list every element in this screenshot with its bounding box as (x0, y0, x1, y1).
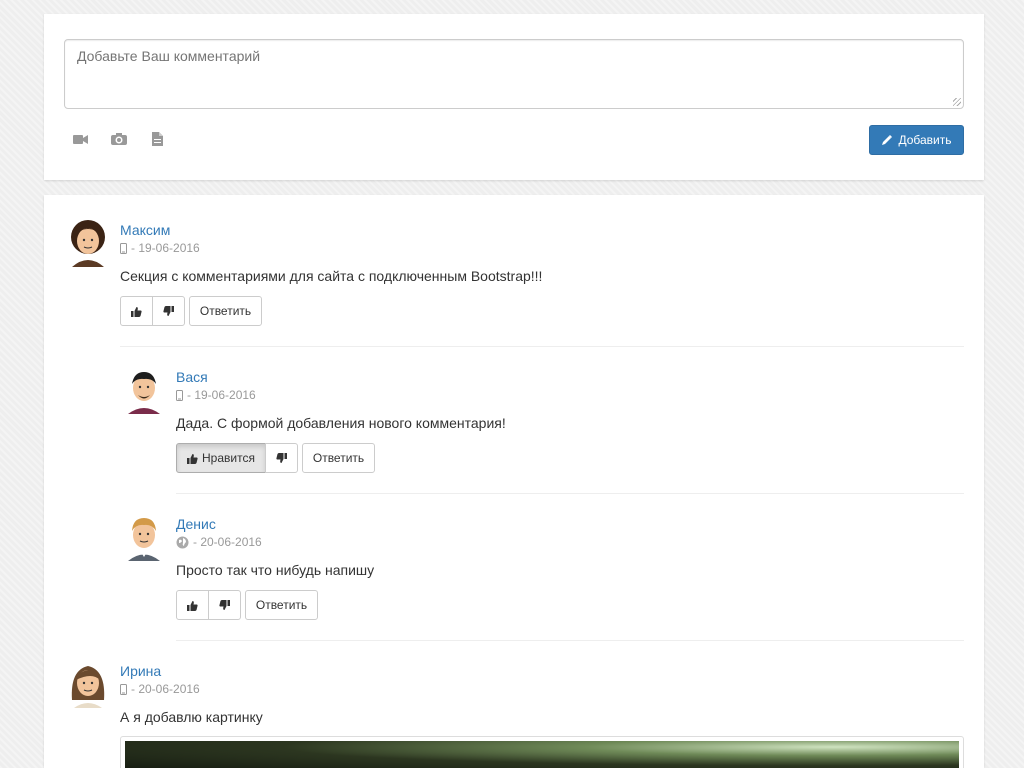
dislike-button[interactable] (152, 296, 185, 326)
avatar (128, 372, 160, 414)
comment-form-panel: Добавить (44, 14, 984, 180)
file-icon[interactable] (148, 131, 166, 147)
vote-group (120, 296, 185, 326)
thumbs-up-icon (131, 306, 142, 317)
like-button[interactable]: Нравится (176, 443, 266, 473)
author-name[interactable]: Денис (176, 516, 216, 532)
divider (176, 493, 964, 494)
like-button[interactable] (120, 296, 153, 326)
reply-button[interactable]: Ответить (189, 296, 262, 326)
author-name[interactable]: Вася (176, 369, 208, 385)
dislike-button[interactable] (265, 443, 298, 473)
reply-button[interactable]: Ответить (302, 443, 375, 473)
comments-panel: Максим - 19-06-2016 Секция с комментария… (44, 195, 984, 768)
comment-date: - 20-06-2016 (193, 535, 262, 549)
dislike-button[interactable] (208, 590, 241, 620)
comment-date: - 20-06-2016 (131, 682, 200, 696)
author-name[interactable]: Ирина (120, 663, 161, 679)
avatar (71, 666, 105, 708)
divider (120, 346, 964, 347)
pencil-icon (882, 135, 893, 145)
comment-meta: - 20-06-2016 (120, 682, 200, 696)
thumbs-down-icon (276, 452, 287, 463)
avatar (71, 220, 105, 267)
reply-button[interactable]: Ответить (245, 590, 318, 620)
author-name[interactable]: Максим (120, 222, 170, 238)
like-label: Нравится (202, 451, 255, 465)
like-button[interactable] (176, 590, 209, 620)
thumbs-down-icon (219, 599, 230, 610)
comment-meta: - 19-06-2016 (120, 241, 200, 255)
comment-meta: - 20-06-2016 (176, 535, 262, 549)
comment-text: А я добавлю картинку (120, 709, 263, 725)
thumbs-up-icon (187, 600, 198, 611)
vote-group: Нравится (176, 443, 298, 473)
comment-meta: - 19-06-2016 (176, 388, 256, 402)
globe-icon (176, 536, 189, 548)
comment-date: - 19-06-2016 (131, 241, 200, 255)
add-comment-button[interactable]: Добавить (869, 125, 964, 155)
comment-image[interactable] (120, 736, 964, 768)
thumbs-down-icon (163, 305, 174, 316)
mobile-icon (120, 683, 127, 695)
comment-text: Секция с комментариями для сайта с подкл… (120, 268, 543, 284)
comment-text: Дада. С формой добавления нового коммент… (176, 415, 506, 431)
mobile-icon (120, 242, 127, 254)
video-camera-icon[interactable] (72, 131, 90, 147)
comment-image-content (125, 741, 959, 768)
thumbs-up-icon (187, 453, 198, 464)
comment-text: Просто так что нибудь напишу (176, 562, 375, 578)
resize-grip-icon[interactable] (953, 98, 961, 106)
comment-textarea[interactable] (64, 39, 964, 109)
add-button-label: Добавить (898, 133, 952, 147)
camera-icon[interactable] (110, 131, 128, 147)
vote-group (176, 590, 241, 620)
divider (176, 640, 964, 641)
avatar (128, 518, 160, 561)
comment-date: - 19-06-2016 (187, 388, 256, 402)
mobile-icon (176, 389, 183, 401)
